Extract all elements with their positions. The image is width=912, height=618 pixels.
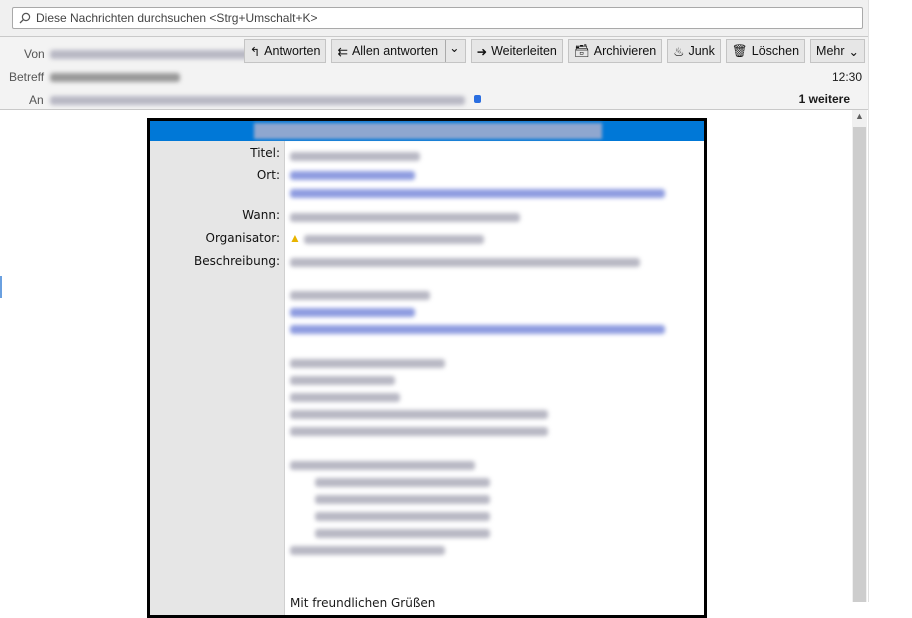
reply-icon: ↰ xyxy=(249,44,261,59)
warning-icon: ▲ xyxy=(289,231,301,245)
pane-splitter[interactable] xyxy=(0,276,2,298)
forward-label: Weiterleiten xyxy=(491,44,557,58)
message-time: 12:30 xyxy=(831,70,862,84)
reply-all-icon: ⇇ xyxy=(337,44,348,59)
location-link[interactable] xyxy=(290,189,665,198)
delete-button[interactable]: 🗑 Löschen xyxy=(725,39,806,63)
organizer-label: Organisator: xyxy=(205,231,281,245)
when-value xyxy=(290,213,520,222)
from-address[interactable] xyxy=(50,50,255,59)
archive-button[interactable]: 🗃 Archivieren xyxy=(567,39,663,63)
more-label: Mehr xyxy=(816,44,845,58)
more-recipients-link[interactable]: 1 weitere xyxy=(799,92,850,106)
more-button[interactable]: Mehr ⌄ xyxy=(810,39,865,63)
search-icon xyxy=(19,12,31,24)
subject-label: Betreff xyxy=(9,70,45,84)
closing-text: Mit freundlichen Grüßen xyxy=(290,596,436,610)
description-line xyxy=(315,512,490,521)
chevron-down-icon[interactable]: ⌄ xyxy=(445,40,460,62)
scrollbar-thumb[interactable] xyxy=(853,127,866,602)
meeting-link[interactable] xyxy=(290,308,415,317)
forward-icon: ➜ xyxy=(476,44,488,59)
description-line xyxy=(315,529,490,538)
subject-text xyxy=(50,73,180,82)
description-line xyxy=(315,478,490,487)
description-line xyxy=(290,258,640,267)
description-line xyxy=(290,546,445,555)
title-value xyxy=(290,152,420,161)
meeting-link[interactable] xyxy=(290,325,665,334)
organizer-value[interactable] xyxy=(304,235,484,244)
side-pane xyxy=(868,0,912,602)
reply-button[interactable]: ↰ Antworten xyxy=(243,39,327,63)
reply-all-button[interactable]: ⇇ Allen antworten ⌄ xyxy=(331,39,466,63)
location-label: Ort: xyxy=(256,168,280,182)
message-toolbar: ↰ Antworten ⇇ Allen antworten ⌄ ➜ Weiterleit… xyxy=(243,39,865,63)
junk-label: Junk xyxy=(688,44,715,58)
description-line xyxy=(290,359,445,368)
reply-label: Antworten xyxy=(264,44,321,58)
invitation-card: Titel: Ort: Wann: Organisator: Beschreib… xyxy=(147,118,707,618)
scroll-up-icon[interactable]: ▲ xyxy=(852,111,867,125)
location-link[interactable] xyxy=(290,171,415,180)
junk-icon: ♨ xyxy=(673,44,685,59)
forward-button[interactable]: ➜ Weiterleiten xyxy=(470,39,563,63)
title-label: Titel: xyxy=(250,146,280,160)
invitation-summary xyxy=(254,123,602,139)
description-line xyxy=(290,410,548,419)
description-line xyxy=(290,393,400,402)
search-input[interactable]: Diese Nachrichten durchsuchen <Strg+Umsc… xyxy=(12,7,863,29)
search-placeholder: Diese Nachrichten durchsuchen <Strg+Umsc… xyxy=(36,11,318,25)
archive-icon: 🗃 xyxy=(573,43,590,58)
message-header: Von Betreff 12:30 An 1 weitere ↰ Antworte… xyxy=(0,36,868,110)
contact-star-icon[interactable] xyxy=(474,95,481,103)
trash-icon: 🗑 xyxy=(731,43,748,58)
from-label: Von xyxy=(24,47,45,61)
to-address[interactable] xyxy=(50,96,465,105)
description-line xyxy=(290,427,548,436)
label-column: Titel: Ort: Wann: Organisator: Beschreib… xyxy=(150,141,285,615)
delete-label: Löschen xyxy=(751,44,800,58)
reply-all-label: Allen antworten xyxy=(351,44,439,58)
archive-label: Archivieren xyxy=(593,44,657,58)
invitation-header xyxy=(150,121,704,141)
description-label: Beschreibung: xyxy=(194,254,280,268)
description-line xyxy=(290,291,430,300)
search-bar-area: Diese Nachrichten durchsuchen <Strg+Umsc… xyxy=(0,0,868,36)
chevron-down-icon: ⌄ xyxy=(848,44,859,59)
to-label: An xyxy=(29,93,44,107)
description-line xyxy=(315,495,490,504)
junk-button[interactable]: ♨ Junk xyxy=(667,39,721,63)
description-line xyxy=(290,376,395,385)
when-label: Wann: xyxy=(242,208,280,222)
description-line xyxy=(290,461,475,470)
